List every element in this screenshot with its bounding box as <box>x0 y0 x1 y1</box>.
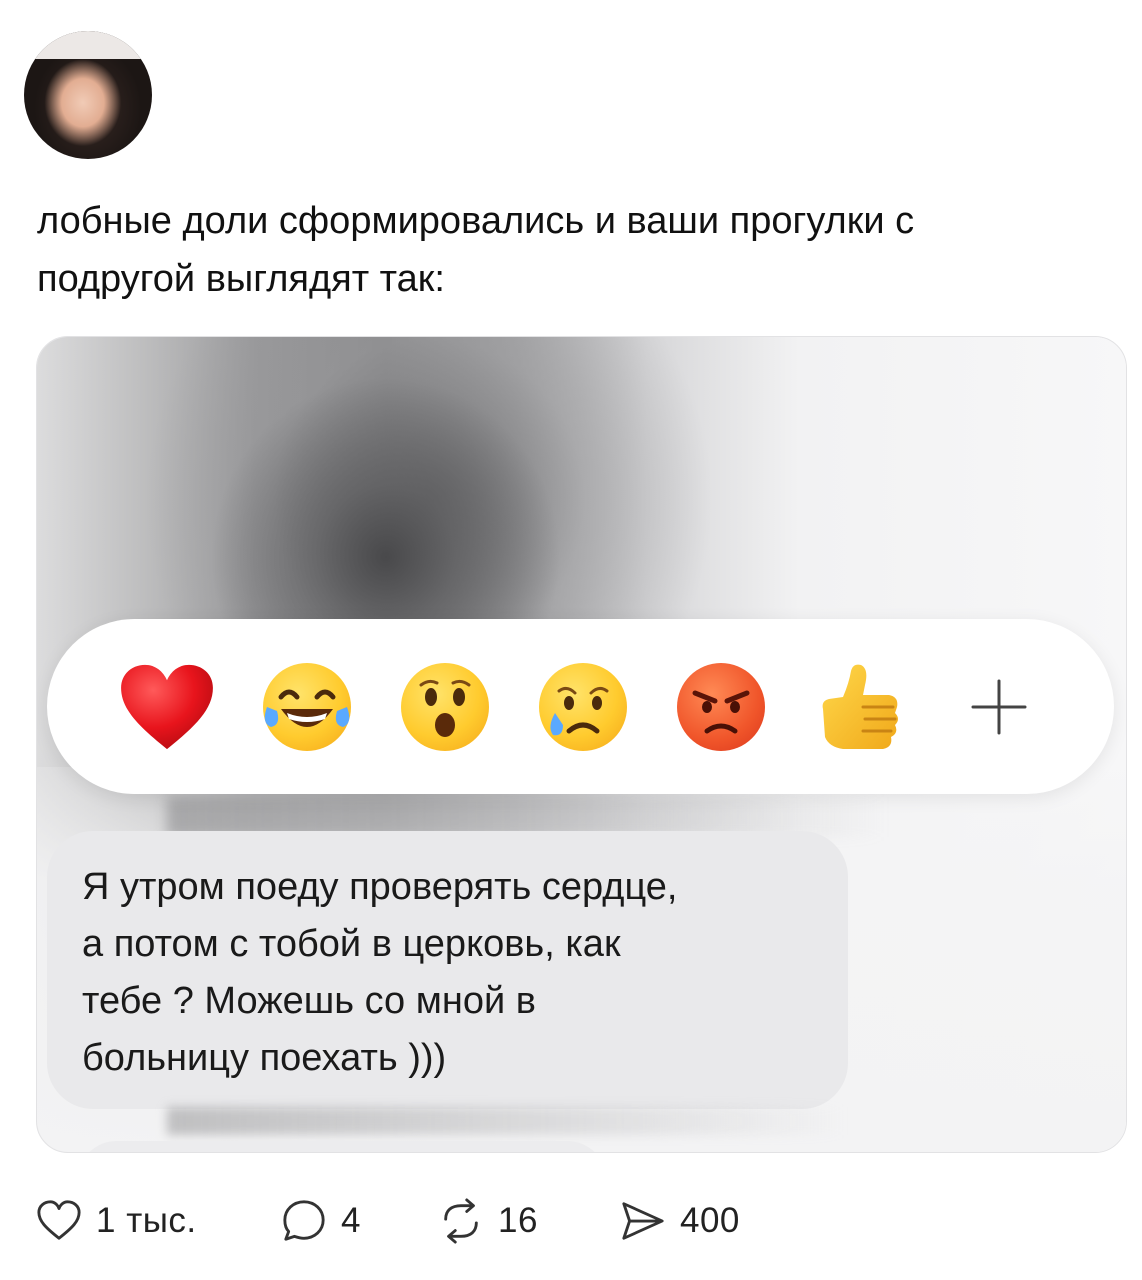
blurred-strip-lower <box>167 1107 847 1135</box>
message-line-3: тебе ? Можешь со мной в <box>82 980 536 1022</box>
thumbs-up-icon[interactable] <box>813 661 905 753</box>
message-text: Я утром поеду проверять сердце, а потом … <box>82 859 842 1087</box>
repost-count: 16 <box>498 1201 538 1240</box>
message-line-4: больницу поехать ))) <box>82 1037 447 1079</box>
comment-bubble-icon <box>281 1198 327 1244</box>
angry-face-icon[interactable] <box>677 662 765 751</box>
repost-arrows-icon <box>438 1198 484 1244</box>
comment-button[interactable]: 4 <box>281 1193 361 1249</box>
share-count: 400 <box>680 1201 740 1240</box>
share-button[interactable]: 400 <box>620 1193 740 1249</box>
post-text-line-2: подругой выглядят так: <box>37 258 445 300</box>
like-count: 1 тыс. <box>96 1201 197 1240</box>
heart-icon[interactable] <box>119 663 215 751</box>
post-text: лобные доли сформировались и ваши прогул… <box>37 192 1117 308</box>
add-reaction-icon[interactable] <box>967 675 1031 739</box>
message-line-1: Я утром поеду проверять сердце, <box>82 866 678 908</box>
tears-of-joy-icon[interactable] <box>263 662 351 751</box>
crying-face-icon[interactable] <box>539 662 627 751</box>
open-mouth-icon[interactable] <box>401 662 489 751</box>
send-arrow-icon <box>620 1198 666 1244</box>
reaction-picker <box>47 619 1114 794</box>
post-text-line-1: лобные доли сформировались и ваши прогул… <box>37 200 915 242</box>
post-actions: 1 тыс. 4 16 400 <box>36 1193 796 1249</box>
heart-outline-icon <box>36 1198 82 1244</box>
author-avatar[interactable] <box>24 31 152 159</box>
comment-count: 4 <box>341 1201 361 1240</box>
message-line-2: а потом с тобой в церковь, как <box>82 923 621 965</box>
like-button[interactable]: 1 тыс. <box>36 1193 197 1249</box>
repost-button[interactable]: 16 <box>438 1193 538 1249</box>
message-bubble: Я утром поеду проверять сердце, а потом … <box>47 831 848 1109</box>
next-message-bubble-partial <box>77 1141 607 1152</box>
post-image[interactable]: Я утром поеду проверять сердце, а потом … <box>36 336 1127 1153</box>
